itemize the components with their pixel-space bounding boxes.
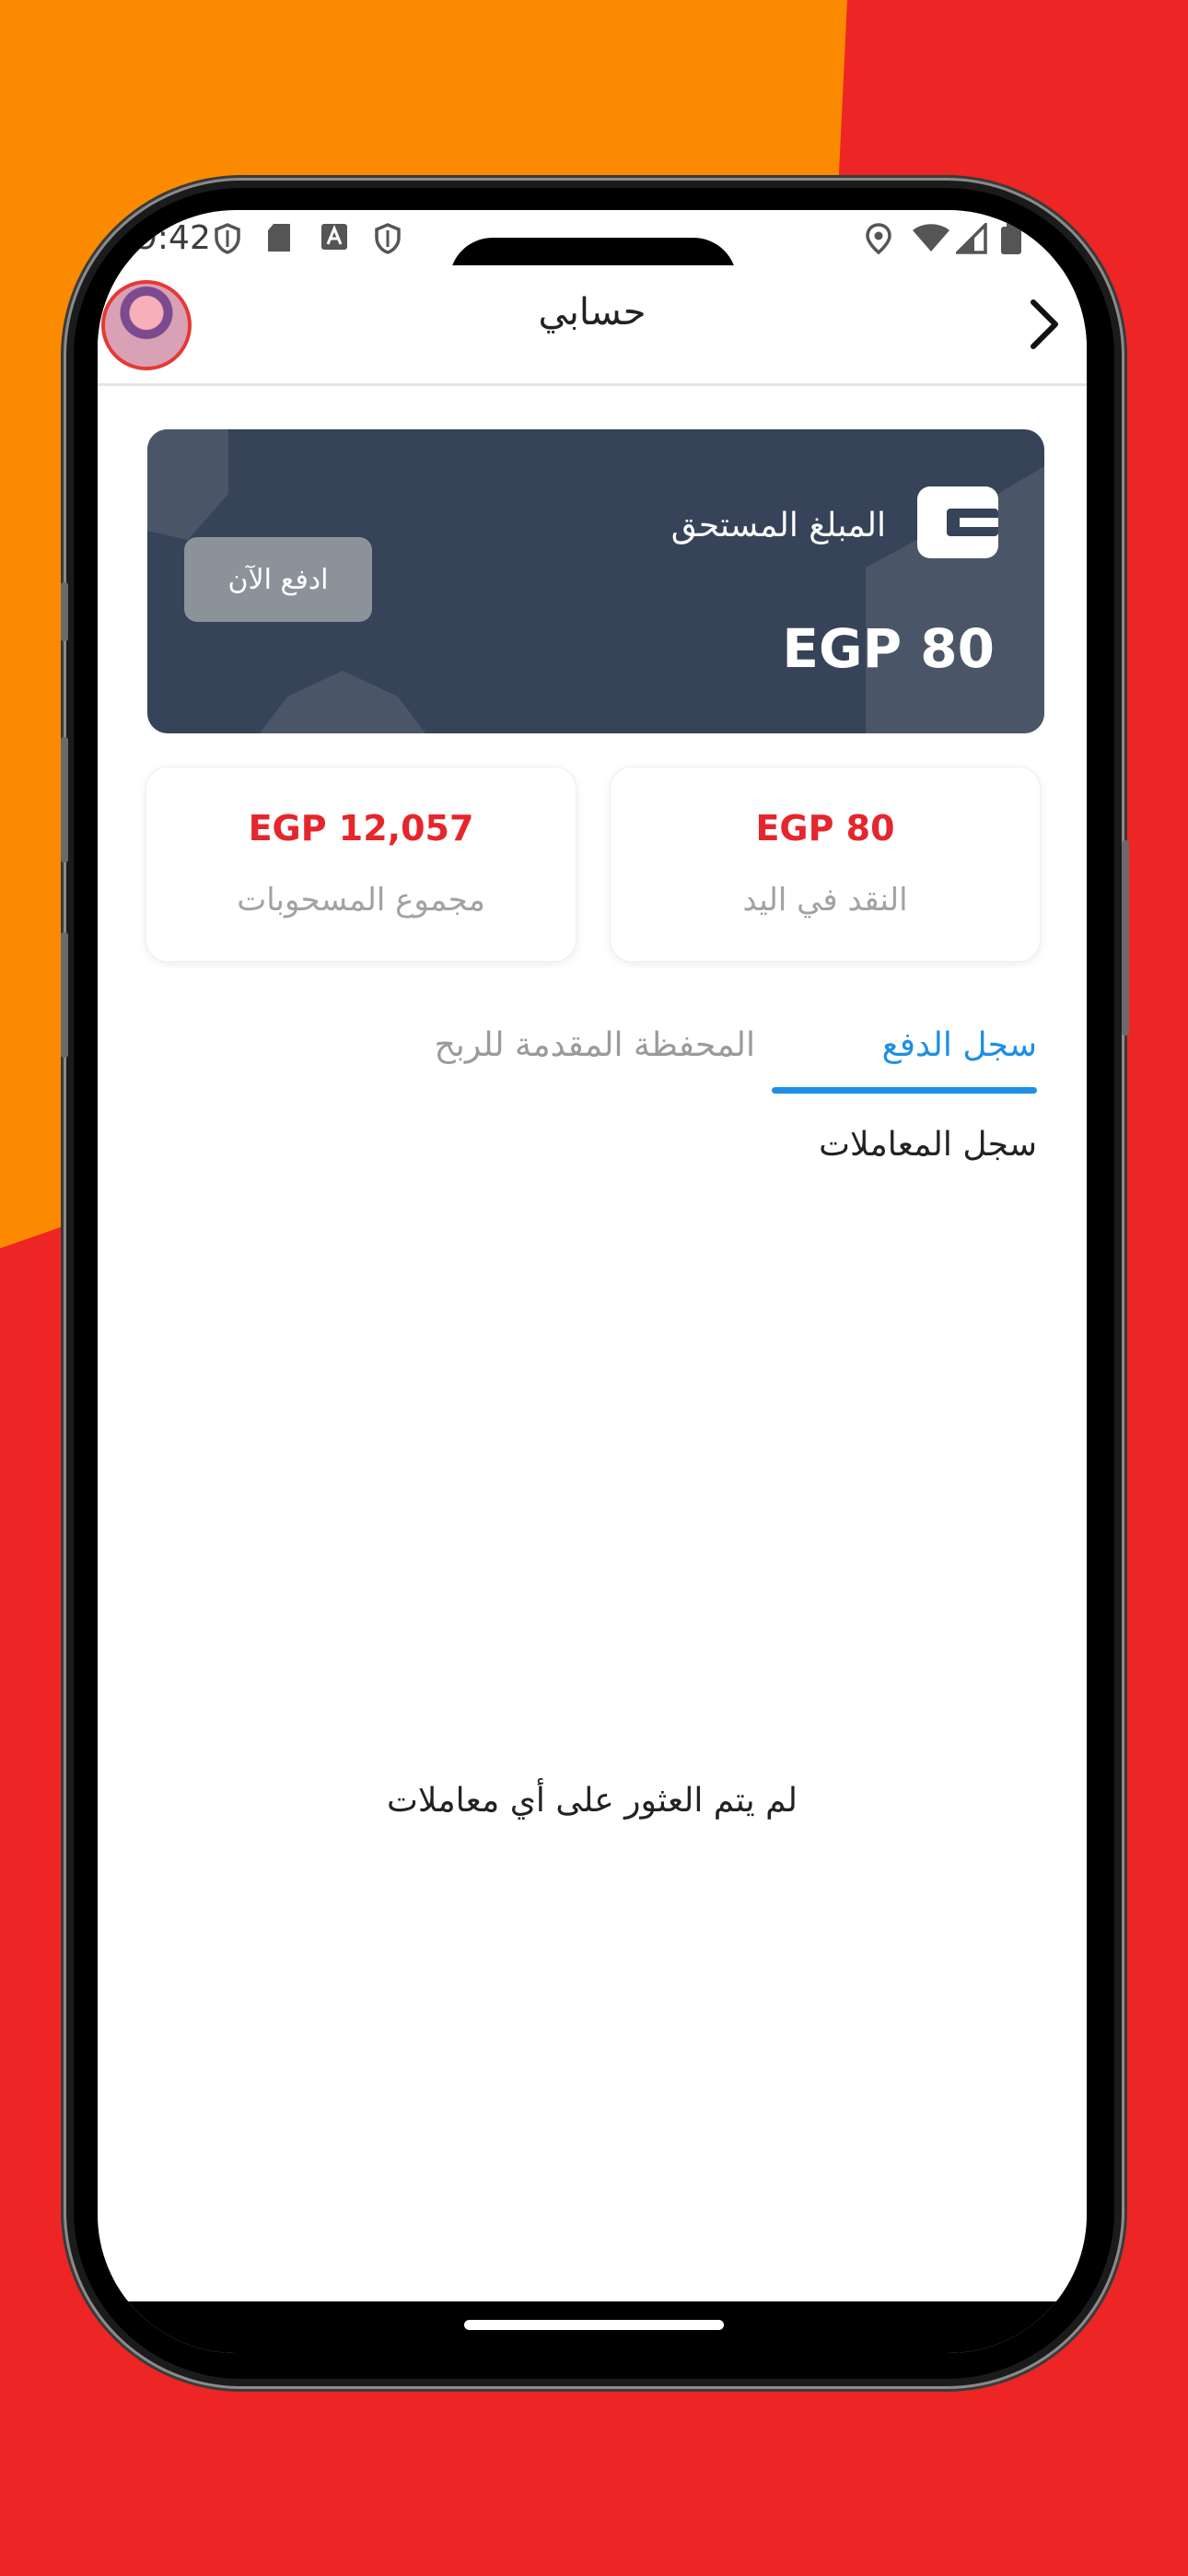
- shield-icon: [215, 223, 240, 254]
- total-withdrawals-value: EGP 12,057: [248, 808, 474, 849]
- location-icon: [866, 223, 891, 254]
- shield-icon: [375, 223, 401, 254]
- a-badge-icon: [321, 224, 347, 250]
- page-title: حسابي: [538, 291, 646, 334]
- volume-down-button: [61, 932, 68, 1058]
- pay-now-button[interactable]: ادفع الآن: [184, 537, 372, 622]
- amount-due-card: المبلغ المستحق EGP 80 ادفع الآن: [147, 429, 1044, 733]
- home-indicator[interactable]: [464, 2320, 724, 2330]
- transactions-heading: سجل المعاملات: [819, 1126, 1037, 1164]
- wallet-icon: [917, 486, 998, 558]
- total-withdrawals-label: مجموع المسحوبات: [237, 882, 485, 919]
- app-screen: 9:42 حسابي المبلغ المستحق EGP 80 ادفع ال…: [98, 210, 1087, 2353]
- empty-state-message: لم يتم العثور على أي معاملات: [386, 1782, 798, 1820]
- cash-in-hand-card: EGP 80 النقد في اليد: [610, 767, 1041, 962]
- wifi-icon: [913, 224, 949, 252]
- status-time: 9:42: [136, 219, 211, 257]
- tab-profit-wallet[interactable]: المحفظة المقدمة للربح: [435, 1026, 755, 1064]
- power-button: [1122, 840, 1129, 1036]
- signal-icon: [956, 223, 987, 254]
- active-tab-indicator: [772, 1087, 1037, 1094]
- total-withdrawals-card: EGP 12,057 مجموع المسحوبات: [146, 767, 577, 962]
- side-button: [61, 582, 68, 641]
- amount-due-label: المبلغ المستحق: [670, 507, 886, 544]
- cash-in-hand-value: EGP 80: [755, 808, 895, 849]
- battery-icon: [1001, 223, 1021, 254]
- bottom-bar: [98, 2301, 1087, 2353]
- amount-due-value: EGP 80: [782, 617, 995, 680]
- sd-card-icon: [268, 224, 290, 252]
- cash-in-hand-label: النقد في اليد: [742, 882, 908, 919]
- chevron-right-icon[interactable]: [1028, 297, 1061, 352]
- tab-payment-history[interactable]: سجل الدفع: [882, 1026, 1037, 1064]
- volume-up-button: [61, 737, 68, 862]
